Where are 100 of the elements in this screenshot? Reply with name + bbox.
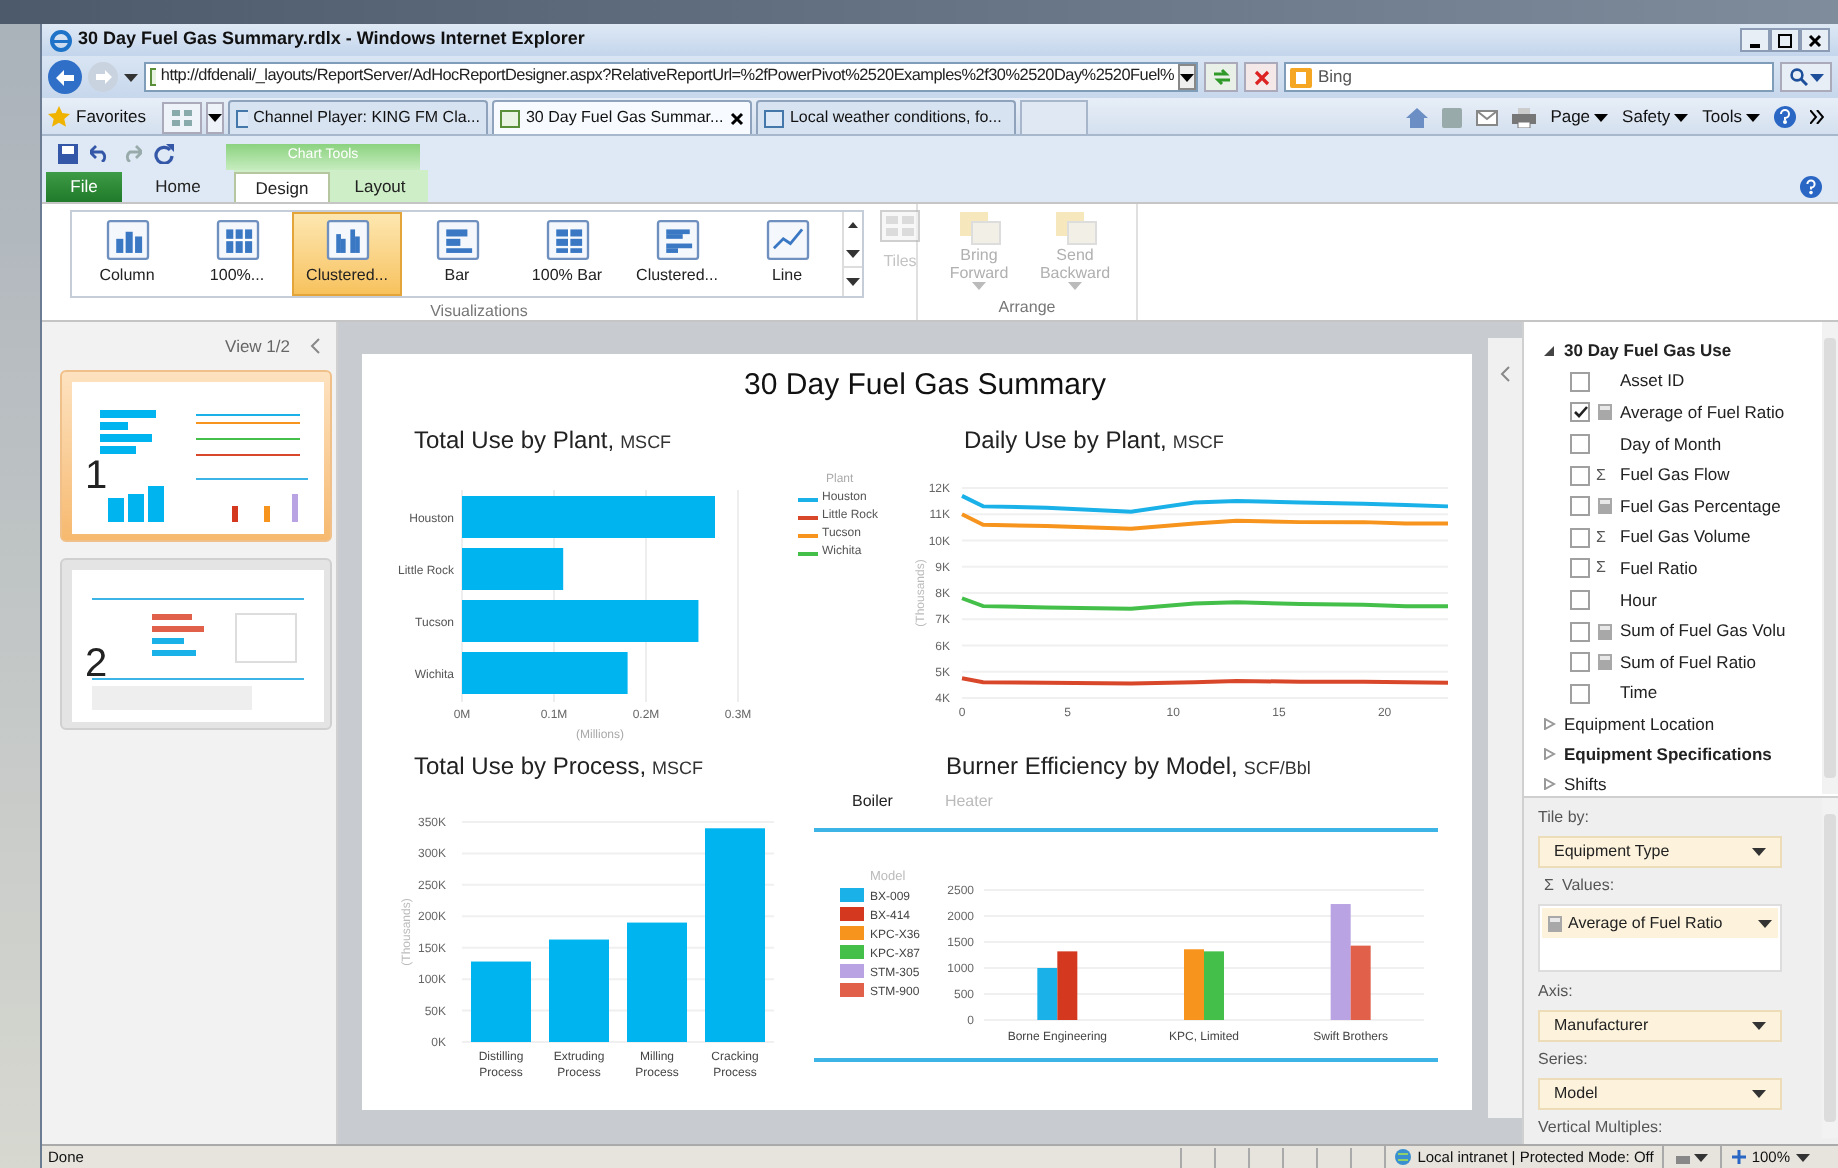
new-tab-button[interactable] xyxy=(1019,100,1088,134)
view-thumbnail[interactable]: 1 xyxy=(59,370,331,542)
refresh-icon xyxy=(1211,68,1231,86)
mail-icon[interactable] xyxy=(1476,109,1499,125)
tab-list-button[interactable] xyxy=(205,102,224,134)
search-input[interactable]: Bing xyxy=(1318,64,1772,90)
checkbox[interactable] xyxy=(1570,683,1590,704)
checkbox[interactable] xyxy=(1570,527,1590,548)
checkbox[interactable] xyxy=(1570,496,1590,517)
well-dropdown[interactable]: Equipment Type xyxy=(1538,836,1782,868)
chart-type-button[interactable]: Column xyxy=(72,212,182,296)
field-name[interactable]: Average of Fuel Ratio xyxy=(1620,400,1785,426)
address-field[interactable]: http://dfdenali/_layouts/ReportServer/AdHocReportDesigner.aspx?RelativeReportUrl=%2fPowerPivot%2520Examples%2f30%2520Day%2520Fuel% xyxy=(144,62,1198,92)
field-name[interactable]: Fuel Ratio xyxy=(1620,555,1698,582)
table-name[interactable]: 30 Day Fuel Gas Use xyxy=(1564,338,1732,364)
bar xyxy=(627,922,687,1042)
favorites-button[interactable]: Favorites xyxy=(48,100,158,134)
command-menu[interactable]: Safety xyxy=(1622,104,1689,130)
chevron-left-icon[interactable] xyxy=(1500,366,1510,382)
value-field-chip[interactable]: Average of Fuel Ratio xyxy=(1542,908,1778,938)
table-name[interactable]: Shifts xyxy=(1564,771,1607,797)
ribbon-tab[interactable]: Home xyxy=(138,172,218,202)
chart-unit: MSCF xyxy=(1172,430,1224,456)
chart-type-button[interactable]: Clustered... xyxy=(292,212,402,296)
well-label: Axis: xyxy=(1538,980,1575,1004)
table-name[interactable]: Equipment Location xyxy=(1564,711,1715,737)
checkbox[interactable] xyxy=(1570,402,1590,423)
printer-icon[interactable] xyxy=(1512,107,1537,127)
field-name[interactable]: Time xyxy=(1620,680,1658,707)
chevron-left-icon[interactable] xyxy=(310,338,320,354)
arrow-left-icon xyxy=(56,69,74,85)
checkbox[interactable] xyxy=(1570,433,1590,454)
field-name[interactable]: Day of Month xyxy=(1620,431,1722,457)
browser-tab[interactable]: 30 Day Fuel Gas Summar... xyxy=(491,100,752,134)
chevron-right-icon[interactable] xyxy=(1810,110,1824,124)
chart-type-button[interactable]: Bar xyxy=(402,212,512,296)
field-name[interactable]: Fuel Gas Volume xyxy=(1620,524,1751,551)
checkbox[interactable] xyxy=(1570,589,1590,610)
chart-type-button[interactable]: 100% Bar xyxy=(512,212,622,296)
address-dropdown-button[interactable] xyxy=(1178,64,1196,90)
close-button[interactable] xyxy=(1800,28,1830,52)
chart-tab[interactable]: Boiler xyxy=(852,790,893,814)
well-dropdown[interactable]: Model xyxy=(1538,1078,1782,1110)
back-button[interactable] xyxy=(48,60,82,94)
field-name[interactable]: Sum of Fuel Ratio xyxy=(1620,649,1757,676)
command-menu[interactable]: Page xyxy=(1550,104,1609,130)
chart-type-button[interactable]: Line xyxy=(732,212,842,296)
help-icon[interactable] xyxy=(1774,106,1796,128)
field-name[interactable]: Hour xyxy=(1620,587,1657,613)
checkbox[interactable] xyxy=(1570,371,1590,392)
expanded-triangle-icon[interactable] xyxy=(1544,345,1556,357)
chart-type-button[interactable]: Clustered... xyxy=(622,212,732,296)
chart-title: Burner Efficiency by Model, xyxy=(946,750,1238,784)
ribbon-tab[interactable]: Layout xyxy=(332,172,428,202)
field-name[interactable]: Fuel Gas Percentage xyxy=(1620,493,1781,520)
ribbon-tab[interactable]: File xyxy=(46,172,122,202)
bar-chart-icon xyxy=(655,220,699,260)
refresh-icon[interactable] xyxy=(154,143,174,163)
history-caret-icon xyxy=(124,73,138,81)
window-title: 30 Day Fuel Gas Summary.rdlx - Windows Internet Explorer xyxy=(78,26,587,53)
collapsed-triangle-icon[interactable] xyxy=(1544,748,1556,761)
field-name[interactable]: Fuel Gas Flow xyxy=(1620,462,1730,488)
more-icon xyxy=(846,278,860,287)
checkbox[interactable] xyxy=(1570,465,1590,486)
command-menu[interactable]: Tools xyxy=(1702,104,1760,130)
save-icon[interactable] xyxy=(58,143,78,163)
well-label: Values: xyxy=(1561,874,1615,898)
chart-unit: SCF/Bbl xyxy=(1243,756,1311,782)
checkbox[interactable] xyxy=(1570,558,1590,579)
checkbox[interactable] xyxy=(1570,621,1590,642)
checkbox[interactable] xyxy=(1570,652,1590,673)
browser-tab[interactable]: Channel Player: KING FM Cla... xyxy=(227,100,488,134)
collapsed-triangle-icon[interactable] xyxy=(1544,778,1556,791)
help-icon[interactable] xyxy=(1800,176,1822,198)
undo-icon[interactable] xyxy=(90,144,110,162)
stop-button[interactable] xyxy=(1244,62,1278,92)
browser-tab[interactable]: Local weather conditions, fo... xyxy=(755,100,1016,134)
check-icon xyxy=(1573,406,1587,419)
search-provider-icon xyxy=(1290,67,1312,87)
chart-type-button[interactable]: 100%... xyxy=(182,212,292,296)
search-field[interactable]: Bing xyxy=(1284,62,1774,92)
well-dropdown[interactable]: Manufacturer xyxy=(1538,1010,1782,1042)
chart-unit: MSCF xyxy=(620,430,672,456)
field-name[interactable]: Asset ID xyxy=(1620,368,1685,395)
search-button[interactable] xyxy=(1780,62,1832,92)
home-icon[interactable] xyxy=(1406,107,1429,127)
field-name[interactable]: Sum of Fuel Gas Volu xyxy=(1620,618,1786,644)
maximize-icon xyxy=(1778,33,1792,47)
well-label: Tile by: xyxy=(1538,806,1591,830)
caret-icon xyxy=(1674,113,1689,121)
maximize-button[interactable] xyxy=(1770,28,1800,52)
table-name[interactable]: Equipment Specifications xyxy=(1564,741,1772,767)
scrollbar[interactable] xyxy=(1822,322,1838,794)
minimize-button[interactable] xyxy=(1740,28,1770,52)
well-label: Series: xyxy=(1538,1048,1590,1072)
redo-icon[interactable] xyxy=(122,144,142,162)
caret-icon xyxy=(972,282,986,290)
ribbon-tab[interactable]: Design xyxy=(234,172,330,202)
collapsed-triangle-icon[interactable] xyxy=(1544,718,1556,731)
view-thumbnail[interactable]: 2 xyxy=(59,558,331,730)
